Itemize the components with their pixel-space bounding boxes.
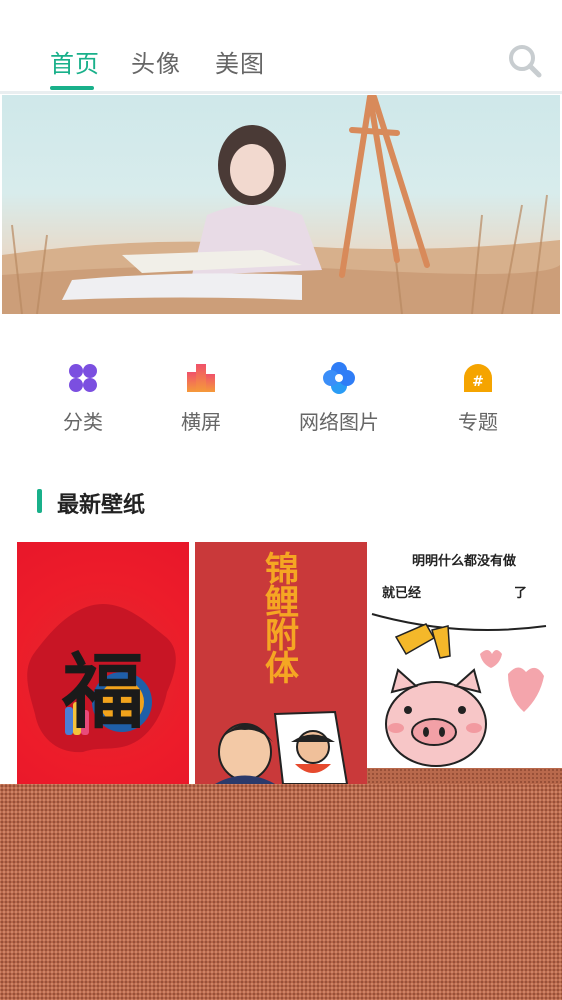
active-tab-indicator: [50, 86, 94, 90]
section-title: 最新壁纸: [57, 492, 146, 518]
banner-image[interactable]: [2, 95, 560, 314]
wallpaper-fu-illustration: 福: [27, 604, 176, 753]
category-classify[interactable]: 分类: [33, 362, 133, 435]
nav-divider: [0, 91, 562, 94]
banner-illustration: [2, 95, 560, 314]
wallpaper-pig-illustration: [371, 613, 547, 767]
category-landscape[interactable]: 横屏: [151, 362, 251, 435]
wallpaper-fu-character: 福: [61, 644, 144, 740]
top-nav: 首页 头像 美图: [0, 0, 562, 94]
category-label: 分类: [63, 410, 103, 434]
tab-home[interactable]: 首页: [50, 44, 100, 79]
grid-dots-icon: [69, 364, 97, 392]
category-label: 网络图片: [299, 410, 379, 434]
category-web-images[interactable]: 网络图片: [289, 362, 389, 435]
section-accent-bar: [37, 489, 42, 513]
search-button[interactable]: [506, 42, 544, 80]
category-label: 横屏: [181, 410, 221, 434]
loading-placeholder: [0, 784, 562, 1000]
wallpaper-card[interactable]: 明明什么都没有做 就已经 了: [368, 542, 562, 768]
wallpaper-card[interactable]: 福: [17, 542, 189, 784]
hashtag-icon: #: [464, 364, 492, 392]
bar-chart-icon: [187, 364, 215, 392]
category-topics[interactable]: # 专题: [428, 362, 528, 435]
wallpaper-card[interactable]: 锦鲤附体: [195, 542, 367, 784]
svg-text:#: #: [472, 374, 484, 390]
wallpaper-cartoon-illustration: [215, 710, 349, 784]
tab-pictures[interactable]: 美图: [215, 44, 265, 79]
search-icon: [509, 45, 542, 78]
loading-placeholder-notch: [367, 768, 562, 784]
tab-avatar[interactable]: 头像: [131, 44, 181, 79]
flower-icon: [323, 362, 355, 394]
category-label: 专题: [458, 410, 498, 434]
